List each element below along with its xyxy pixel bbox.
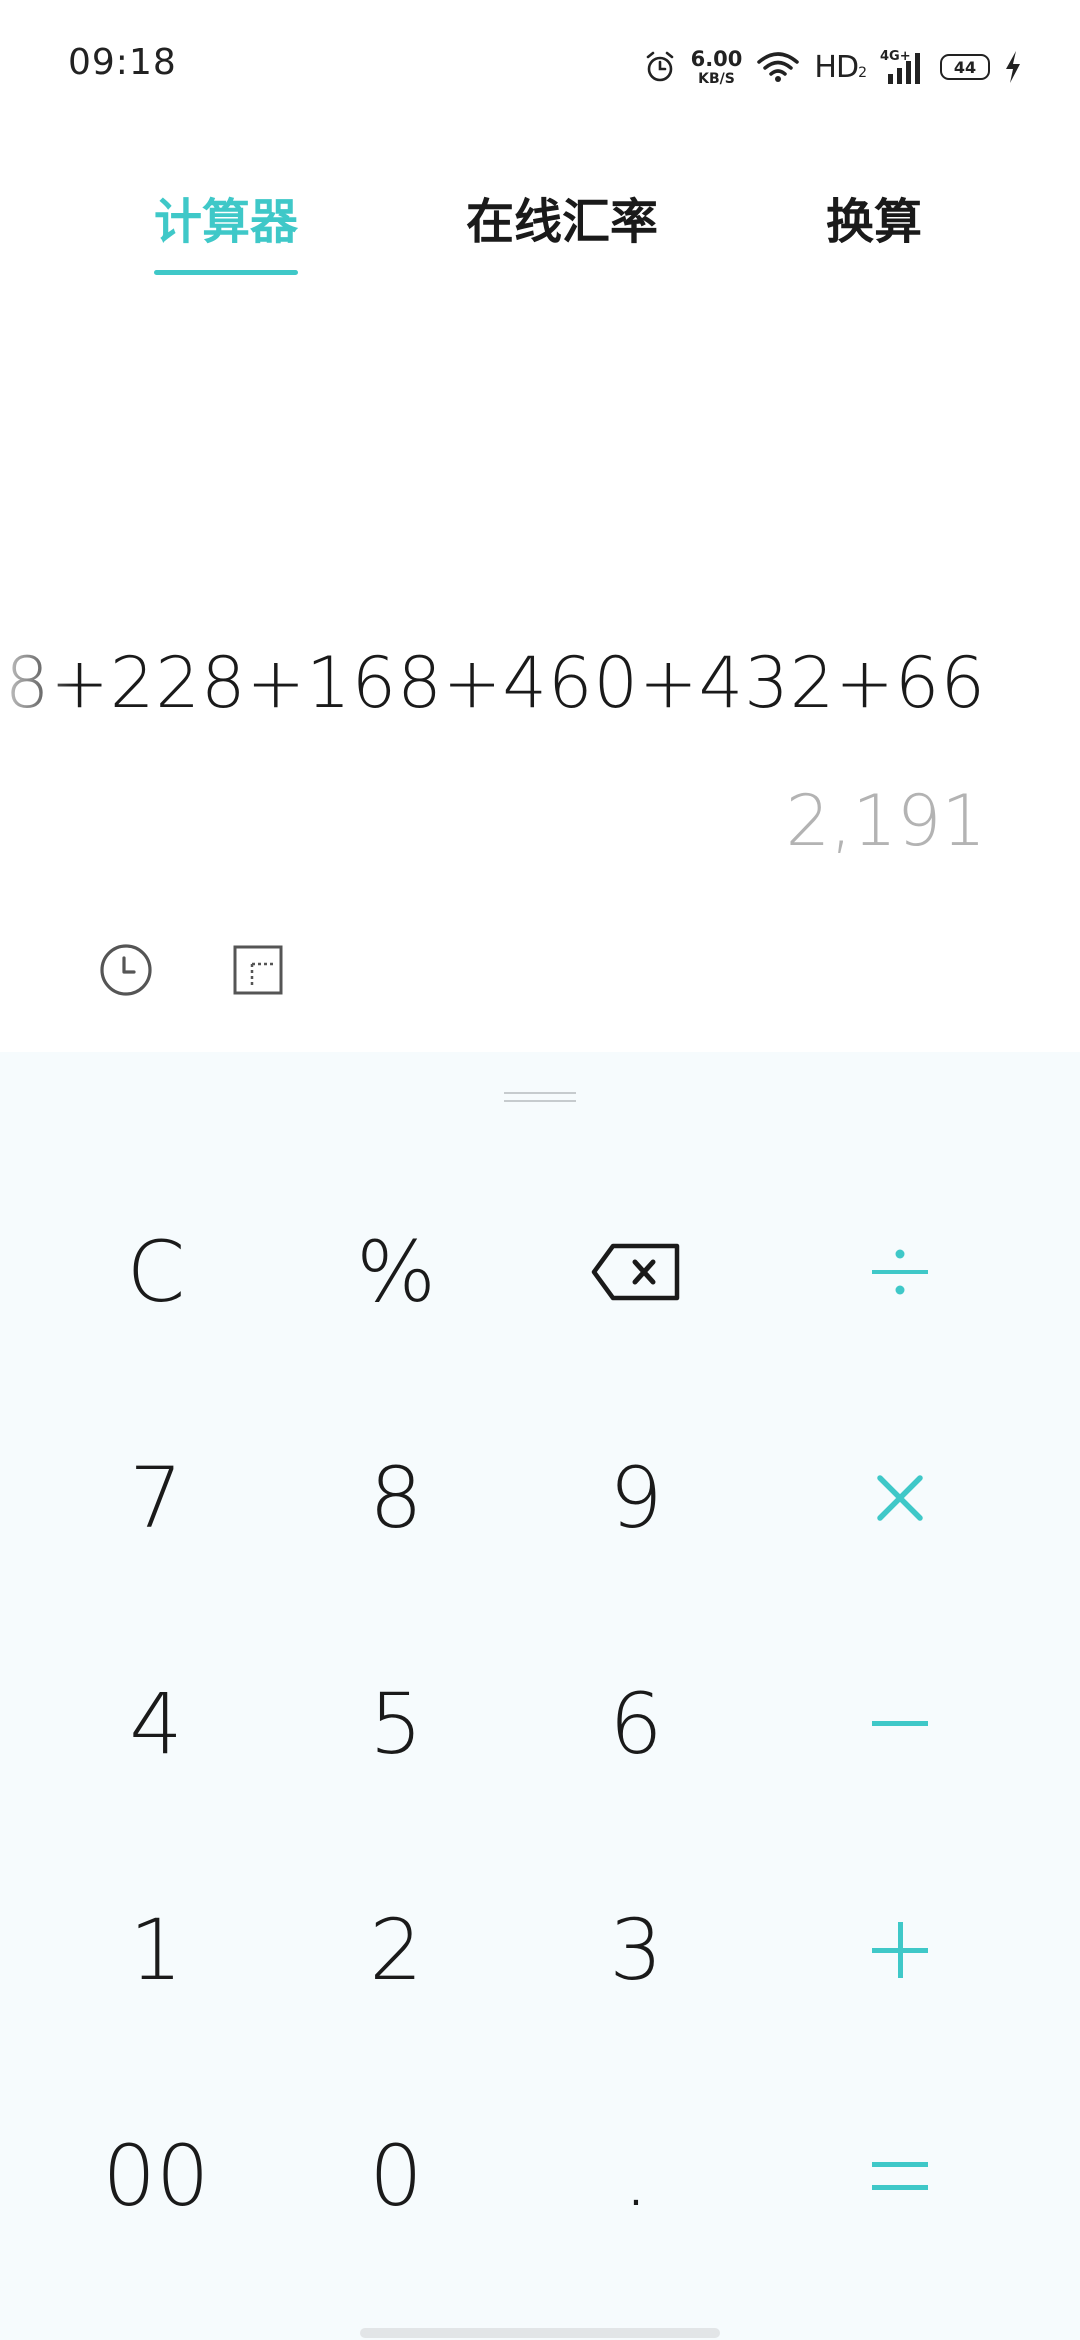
tab-conversion[interactable]: 换算: [826, 182, 922, 252]
clock-icon: [100, 944, 152, 996]
key-decimal[interactable]: .: [536, 2096, 736, 2256]
calculator-display: 168+168+228+168+460+432+66 2,191: [0, 600, 1080, 900]
key-4[interactable]: 4: [56, 1644, 256, 1804]
key-7[interactable]: 7: [56, 1418, 256, 1578]
key-2[interactable]: 2: [296, 1870, 496, 2030]
scientific-toggle-button[interactable]: [228, 940, 288, 1000]
key-backspace[interactable]: [536, 1192, 736, 1352]
key-multiply[interactable]: [800, 1418, 1000, 1578]
key-clear[interactable]: C: [56, 1192, 256, 1352]
keypad-drag-handle[interactable]: [504, 1092, 576, 1104]
network-speed-unit: KB/S: [698, 70, 735, 87]
plus-icon: [872, 1922, 928, 1978]
key-divide[interactable]: [800, 1192, 1000, 1352]
network-speed: 6.00 KB/S: [690, 46, 743, 87]
key-equals[interactable]: [800, 2096, 1000, 2256]
expression-fade: [0, 642, 76, 724]
key-1[interactable]: 1: [56, 1870, 256, 2030]
status-time: 09:18: [68, 42, 177, 83]
hd-indicator: HD2: [814, 49, 867, 85]
key-6[interactable]: 6: [536, 1644, 736, 1804]
expression-text: 168+168+228+168+460+432+66: [0, 642, 986, 724]
charging-icon: [1004, 50, 1022, 84]
tab-calculator[interactable]: 计算器: [154, 182, 298, 252]
minus-icon: [872, 1721, 928, 1726]
key-percent[interactable]: %: [296, 1192, 496, 1352]
battery-icon: 44: [940, 54, 990, 80]
key-5[interactable]: 5: [296, 1644, 496, 1804]
keypad: C % 7 8 9 4 5 6 1 2 3 00 0 .: [0, 1052, 1080, 2340]
equals-icon: [872, 2162, 928, 2190]
network-speed-value: 6.00: [690, 46, 743, 71]
key-double-zero[interactable]: 00: [56, 2096, 256, 2256]
mode-tabs: 计算器 在线汇率 换算: [0, 170, 1080, 280]
status-bar: 09:18 6.00 KB/S HD2 4G+ 44: [0, 0, 1080, 130]
key-subtract[interactable]: [800, 1644, 1000, 1804]
home-indicator[interactable]: [360, 2328, 720, 2338]
hd-label: HD: [814, 49, 859, 85]
wifi-icon: [756, 50, 800, 84]
hd-sub: 2: [858, 64, 867, 81]
expression-area[interactable]: 168+168+228+168+460+432+66: [0, 642, 986, 724]
divide-icon: [872, 1249, 928, 1295]
active-tab-indicator: [154, 270, 298, 275]
signal-icon: 4G+: [880, 48, 926, 86]
multiply-icon: [877, 1475, 923, 1521]
battery-level: 44: [953, 57, 977, 77]
key-9[interactable]: 9: [536, 1418, 736, 1578]
result-preview: 2,191: [785, 780, 986, 862]
history-button[interactable]: [96, 940, 156, 1000]
key-0[interactable]: 0: [296, 2096, 496, 2256]
key-8[interactable]: 8: [296, 1418, 496, 1578]
status-icons: 6.00 KB/S HD2 4G+ 44: [643, 44, 1022, 90]
key-3[interactable]: 3: [536, 1870, 736, 2030]
tab-exchange-rate[interactable]: 在线汇率: [466, 182, 658, 252]
key-add[interactable]: [800, 1870, 1000, 2030]
scientific-toggle-icon: [233, 945, 283, 995]
backspace-icon: [591, 1243, 680, 1301]
alarm-icon: [643, 50, 677, 84]
